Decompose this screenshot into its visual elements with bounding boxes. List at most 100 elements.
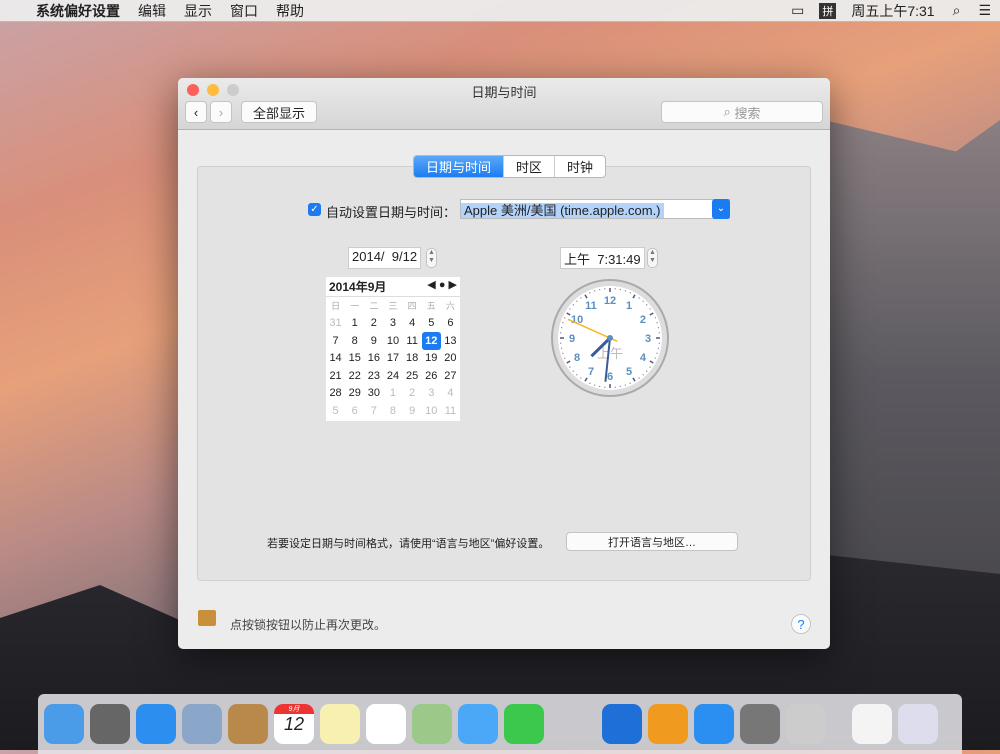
calendar-day[interactable]: 29 <box>345 385 364 403</box>
menu-app[interactable]: 系统偏好设置 <box>27 1 129 21</box>
search-placeholder: 搜索 <box>734 103 760 122</box>
calendar-day[interactable]: 1 <box>345 315 364 333</box>
calendar-day[interactable]: 1 <box>383 385 402 403</box>
notification-center-icon[interactable]: ☰ <box>969 2 1000 19</box>
forward-button[interactable]: › <box>210 101 232 123</box>
calendar-day[interactable]: 7 <box>364 402 383 420</box>
clock-number: 8 <box>574 352 580 364</box>
back-button[interactable]: ‹ <box>185 101 207 123</box>
calendar-day[interactable]: 13 <box>441 332 460 350</box>
dock-safari-icon[interactable] <box>136 704 176 744</box>
calendar-day[interactable]: 10 <box>383 332 402 350</box>
clock-number: 3 <box>645 333 651 345</box>
calendar: 2014年9月 ◀ ● ▶ 日一二三四五六3112345678910111213… <box>326 277 460 421</box>
dock-reminders-icon[interactable] <box>366 704 406 744</box>
preferences-window: 日期与时间 ‹ › 全部显示 ⌕ 搜索 日期与时间 时区 时钟 ✓ 自动设置日期… <box>178 78 830 649</box>
menu-window[interactable]: 窗口 <box>221 1 267 21</box>
calendar-day[interactable]: 2 <box>403 385 422 403</box>
dock-contacts-icon[interactable] <box>228 704 268 744</box>
prev-month-button[interactable]: ◀ <box>427 279 435 291</box>
tab-time-zone[interactable]: 时区 <box>503 156 554 177</box>
calendar-day[interactable]: 3 <box>383 315 402 333</box>
calendar-day[interactable]: 15 <box>345 350 364 368</box>
display-mirror-icon[interactable]: ▭ <box>782 2 813 19</box>
calendar-day[interactable]: 19 <box>422 350 441 368</box>
calendar-day[interactable]: 4 <box>441 385 460 403</box>
input-method-icon[interactable]: 拼 <box>819 3 836 19</box>
date-stepper[interactable]: ▲▼ <box>426 248 437 268</box>
dock-maps-icon[interactable] <box>412 704 452 744</box>
calendar-day[interactable]: 12 <box>422 332 441 350</box>
dock-calendar-icon[interactable]: 9月12 <box>274 704 314 744</box>
today-button[interactable]: ● <box>439 279 446 291</box>
tab-date-time[interactable]: 日期与时间 <box>414 156 503 177</box>
dock-itunes-icon[interactable] <box>602 704 642 744</box>
calendar-day[interactable]: 5 <box>326 402 345 420</box>
dock-preview-doc-icon[interactable] <box>852 704 892 744</box>
dock-messages-icon[interactable] <box>458 704 498 744</box>
calendar-day[interactable]: 5 <box>422 315 441 333</box>
dock-utility-icon[interactable] <box>786 704 826 744</box>
dock-trash-icon[interactable] <box>898 704 938 744</box>
calendar-day[interactable]: 9 <box>364 332 383 350</box>
tab-clock[interactable]: 时钟 <box>554 156 605 177</box>
calendar-day[interactable]: 17 <box>383 350 402 368</box>
dock-mail-icon[interactable] <box>182 704 222 744</box>
calendar-day[interactable]: 14 <box>326 350 345 368</box>
calendar-day[interactable]: 30 <box>364 385 383 403</box>
calendar-day[interactable]: 24 <box>383 367 402 385</box>
calendar-day[interactable]: 28 <box>326 385 345 403</box>
menu-view[interactable]: 显示 <box>175 1 221 21</box>
menu-help[interactable]: 帮助 <box>267 1 313 21</box>
time-stepper[interactable]: ▲▼ <box>647 248 658 268</box>
calendar-day[interactable]: 16 <box>364 350 383 368</box>
spotlight-icon[interactable]: ⌕ <box>944 2 970 19</box>
lock-icon[interactable] <box>198 610 216 626</box>
dock-notes-icon[interactable] <box>320 704 360 744</box>
search-input[interactable]: ⌕ 搜索 <box>661 101 823 123</box>
calendar-day[interactable]: 31 <box>326 315 345 333</box>
clock-number: 7 <box>588 366 594 378</box>
calendar-day[interactable]: 21 <box>326 367 345 385</box>
calendar-day[interactable]: 3 <box>422 385 441 403</box>
calendar-day[interactable]: 10 <box>422 402 441 420</box>
auto-set-checkbox[interactable]: ✓ <box>308 203 321 216</box>
calendar-day[interactable]: 8 <box>345 332 364 350</box>
calendar-day[interactable]: 2 <box>364 315 383 333</box>
dock: 9月12 <box>38 694 962 754</box>
help-button[interactable]: ? <box>791 614 811 634</box>
dock-launchpad-icon[interactable] <box>90 704 130 744</box>
open-region-button[interactable]: 打开语言与地区… <box>566 532 738 551</box>
calendar-day[interactable]: 22 <box>345 367 364 385</box>
chevron-down-icon[interactable]: ⌄ <box>712 199 730 219</box>
calendar-day[interactable]: 27 <box>441 367 460 385</box>
dock-system-preferences-icon[interactable] <box>740 704 780 744</box>
show-all-button[interactable]: 全部显示 <box>241 101 317 123</box>
dock-facetime-icon[interactable] <box>504 704 544 744</box>
menu-edit[interactable]: 编辑 <box>129 1 175 21</box>
calendar-day[interactable]: 4 <box>403 315 422 333</box>
calendar-day[interactable]: 23 <box>364 367 383 385</box>
time-server-combobox[interactable]: Apple 美洲/美国 (time.apple.com.) ⌄ <box>460 199 730 219</box>
calendar-day[interactable]: 11 <box>441 402 460 420</box>
calendar-day[interactable]: 25 <box>403 367 422 385</box>
menu-clock[interactable]: 周五上午7:31 <box>842 1 943 21</box>
calendar-day[interactable]: 20 <box>441 350 460 368</box>
clock-tick <box>577 301 578 302</box>
calendar-day[interactable]: 8 <box>383 402 402 420</box>
dock-finder-icon[interactable] <box>44 704 84 744</box>
dock-ibooks-icon[interactable] <box>648 704 688 744</box>
date-field[interactable]: 2014/ 9/12 <box>348 247 421 269</box>
calendar-day[interactable]: 26 <box>422 367 441 385</box>
search-icon: ⌕ <box>724 104 735 120</box>
dock-app-store-icon[interactable] <box>694 704 734 744</box>
time-field[interactable]: 上午 7:31:49 <box>560 247 645 269</box>
calendar-day[interactable]: 18 <box>403 350 422 368</box>
clock-number: 6 <box>607 371 613 383</box>
calendar-day[interactable]: 11 <box>403 332 422 350</box>
calendar-day[interactable]: 6 <box>345 402 364 420</box>
calendar-day[interactable]: 9 <box>403 402 422 420</box>
calendar-day[interactable]: 7 <box>326 332 345 350</box>
next-month-button[interactable]: ▶ <box>449 279 457 291</box>
calendar-day[interactable]: 6 <box>441 315 460 333</box>
